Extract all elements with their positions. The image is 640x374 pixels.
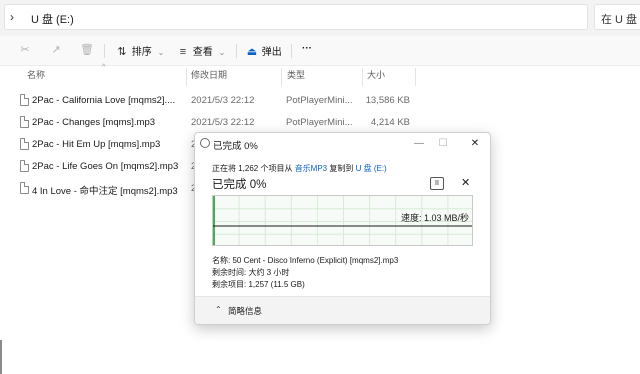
chevron-down-icon: ⌄ — [157, 48, 165, 57]
close-button[interactable]: ✕ — [465, 136, 485, 152]
time-remaining: 剩余时间: 大约 3 小时 — [212, 268, 290, 277]
file-modified: 2021/5/3 22:12 — [191, 95, 255, 106]
file-name: 2Pac - Life Goes On [mqms2].mp3 — [32, 161, 179, 172]
column-header-name[interactable]: 名称 — [27, 68, 45, 86]
sort-label: 排序 — [131, 47, 152, 58]
address-path[interactable]: U 盘 (E:) — [31, 11, 74, 27]
search-placeholder[interactable]: 在 U 盘 — [601, 11, 637, 27]
copy-prefix: 正在将 1,262 个项目从 — [212, 164, 295, 173]
column-divider[interactable] — [415, 68, 416, 86]
file-icon — [20, 182, 29, 194]
details-toggle[interactable]: ⌃ 简略信息 — [195, 296, 490, 324]
column-header-modified[interactable]: 修改日期 — [191, 68, 227, 86]
source-folder-link[interactable]: 音乐MP3 — [295, 164, 327, 173]
file-icon — [20, 94, 29, 106]
file-name: 2Pac - Hit Em Up [mqms].mp3 — [32, 139, 161, 150]
toolbar-divider — [104, 44, 105, 58]
file-name: 2Pac - California Love [mqms2].... — [32, 95, 176, 106]
column-divider[interactable] — [362, 68, 363, 86]
speed-graph: 速度: 1.03 MB/秒 — [212, 195, 473, 246]
chevron-up-icon: ⌃ — [215, 305, 222, 314]
file-size: 13,586 KB — [365, 95, 410, 106]
delete-icon[interactable]: 🗑 — [80, 43, 94, 57]
column-divider[interactable] — [281, 68, 282, 86]
details-label: 简略信息 — [228, 306, 263, 316]
file-icon — [20, 138, 29, 150]
file-icon — [20, 160, 29, 172]
file-name: 4 In Love - 命中注定 [mqms2].mp3 — [32, 186, 178, 197]
column-header-type[interactable]: 类型 — [287, 68, 305, 86]
toolbar-divider — [291, 44, 292, 58]
progress-fill — [213, 196, 215, 245]
column-divider[interactable] — [186, 68, 187, 86]
toolbar-divider — [236, 44, 237, 58]
more-button[interactable]: ··· — [302, 43, 312, 59]
dialog-title: 已完成 0% — [213, 141, 258, 152]
sort-indicator-icon: ^ — [102, 64, 106, 71]
column-header-size[interactable]: 大小 — [367, 68, 385, 86]
eject-label: 弹出 — [261, 47, 282, 58]
dialog-title-bar[interactable]: 已完成 0% — ☐ ✕ — [195, 133, 490, 155]
copy-description: 正在将 1,262 个项目从 音乐MP3 复制到 U 盘 (E:) — [212, 163, 387, 174]
file-modified: 2021/5/3 22:12 — [191, 117, 255, 128]
view-label: 查看 — [192, 47, 213, 58]
sort-button[interactable]: ⇅ 排序 ⌄ — [115, 43, 164, 59]
maximize-button[interactable]: ☐ — [433, 136, 453, 152]
scrollbar[interactable] — [0, 340, 2, 374]
copy-progress-dialog: 已完成 0% — ☐ ✕ 正在将 1,262 个项目从 音乐MP3 复制到 U … — [194, 132, 491, 325]
cut-icon[interactable]: ✂ — [18, 43, 32, 57]
items-remaining: 剩余项目: 1,257 (11.5 GB) — [212, 280, 305, 289]
file-type: PotPlayerMini... — [286, 95, 353, 106]
eject-icon: ⏏ — [246, 46, 258, 58]
eject-button[interactable]: ⏏ 弹出 — [245, 43, 282, 59]
file-row[interactable]: 2Pac - California Love [mqms2].... 2021/… — [16, 90, 416, 112]
file-size: 4,214 KB — [370, 117, 410, 128]
cancel-button[interactable]: ✕ — [461, 176, 470, 189]
chevron-right-icon[interactable]: › — [10, 10, 14, 24]
address-bar[interactable]: › U 盘 (E:) — [4, 4, 588, 30]
search-box[interactable]: 在 U 盘 — [594, 4, 640, 30]
view-button[interactable]: ≡ 查看 ⌄ — [176, 43, 225, 59]
address-bar-area: › U 盘 (E:) 在 U 盘 — [0, 0, 640, 36]
copy-progress-icon — [200, 138, 210, 148]
copy-middle: 复制到 — [327, 164, 356, 173]
sort-icon: ⇅ — [117, 46, 127, 58]
share-icon[interactable]: ↗ — [49, 43, 63, 57]
file-icon — [20, 116, 29, 128]
file-type: PotPlayerMini... — [286, 117, 353, 128]
current-file-name: 名称: 50 Cent - Disco Inferno (Explicit) [… — [212, 256, 399, 265]
transfer-speed: 速度: 1.03 MB/秒 — [400, 213, 469, 223]
destination-link[interactable]: U 盘 (E:) — [356, 164, 387, 173]
pause-button[interactable]: II — [430, 177, 444, 190]
minimize-button[interactable]: — — [409, 136, 429, 152]
command-bar: ✂ ↗ 🗑 ⇅ 排序 ⌄ ≡ 查看 ⌄ ⏏ 弹出 ··· — [0, 36, 640, 66]
file-name: 2Pac - Changes [mqms].mp3 — [32, 117, 156, 128]
view-icon: ≡ — [179, 46, 187, 58]
progress-status: 已完成 0% — [212, 179, 267, 191]
chevron-down-icon: ⌄ — [218, 48, 226, 57]
file-row[interactable]: 2Pac - Changes [mqms].mp3 2021/5/3 22:12… — [16, 112, 416, 134]
